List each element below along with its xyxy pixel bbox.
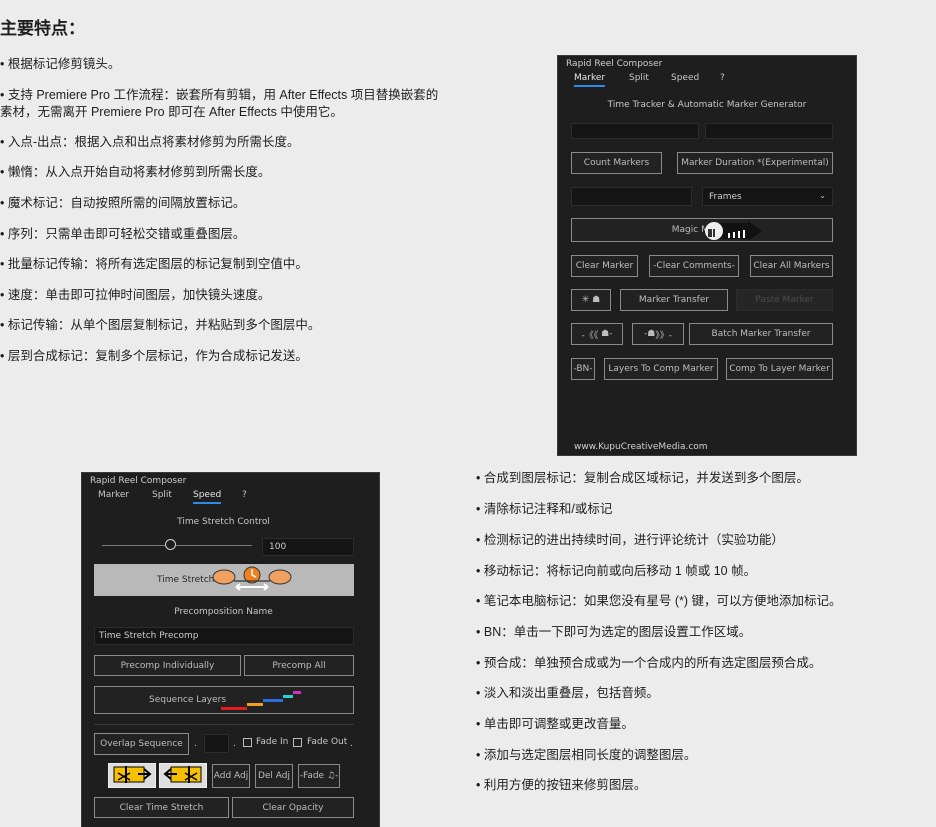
paste-marker-button[interactable]: Paste Marker <box>736 289 833 311</box>
trim-out-icon <box>163 764 203 787</box>
time-stretch-value-field[interactable]: 100 <box>262 538 354 556</box>
frames-select-value: Frames <box>709 191 742 202</box>
add-adjustment-layer-button[interactable]: Add Adj <box>212 764 250 788</box>
speed-panel: Rapid Reel Composer Marker Split Speed ?… <box>81 472 380 827</box>
tab-marker[interactable]: Marker <box>98 490 129 502</box>
time-stretch-control-label: Time Stretch Control <box>177 517 270 527</box>
feature-item: 层到合成标记：复制多个层标记，作为合成标记发送。 <box>0 348 308 365</box>
feature-item: 序列：只需单击即可轻松交错或重叠图层。 <box>0 226 246 243</box>
marker-duration-button[interactable]: Marker Duration *(Experimental) <box>677 152 833 174</box>
feature-item: 支持 Premiere Pro 工作流程：嵌套所有剪辑，用 After Effe… <box>0 87 438 104</box>
trim-out-button[interactable] <box>159 763 207 788</box>
chevron-down-icon: ⌄ <box>819 191 826 200</box>
feature-item: 检测标记的进出持续时间，进行评论统计（实验功能） <box>476 532 784 549</box>
features-heading: 主要特点： <box>0 19 85 38</box>
feature-item: 笔记本电脑标记：如果您没有星号 (*) 键，可以方便地添加标记。 <box>476 593 842 610</box>
tab-split[interactable]: Split <box>152 490 172 502</box>
marker-panel: Rapid Reel Composer Marker Split Speed ?… <box>557 55 857 456</box>
separator-dot: . <box>233 739 236 749</box>
tab-help[interactable]: ? <box>720 73 725 85</box>
trim-in-icon <box>112 764 152 787</box>
feature-item: 速度：单击即可拉伸时间图层，加快镜头速度。 <box>0 287 271 304</box>
feature-item: 根据标记修剪镜头。 <box>0 56 121 73</box>
fade-in-label: Fade In <box>256 737 289 747</box>
count-markers-button[interactable]: Count Markers <box>571 152 662 174</box>
feature-item: 淡入和淡出重叠层，包括音频。 <box>476 685 659 702</box>
feature-item: 添加与选定图层相同长度的调整图层。 <box>476 747 697 764</box>
overlap-frames-input[interactable] <box>204 734 229 753</box>
footer-link[interactable]: www.KupuCreativeMedia.com <box>574 442 708 452</box>
marker-section-heading: Time Tracker & Automatic Marker Generato… <box>607 100 807 110</box>
panel-title: Rapid Reel Composer <box>90 476 187 486</box>
magic-marker-button[interactable]: Magic Marker <box>571 218 833 242</box>
tab-split[interactable]: Split <box>629 73 649 85</box>
trim-in-button[interactable] <box>108 763 156 788</box>
section-divider <box>94 724 354 725</box>
clear-opacity-button[interactable]: Clear Opacity <box>232 797 354 818</box>
clear-marker-button[interactable]: Clear Marker <box>571 255 638 277</box>
feature-item: 魔术标记：自动按照所需的间隔放置标记。 <box>0 195 246 212</box>
feature-item: 合成到图层标记：复制合成区域标记，并发送到多个图层。 <box>476 470 809 487</box>
overlap-sequence-button[interactable]: Overlap Sequence <box>94 733 189 755</box>
precomp-individually-button[interactable]: Precomp Individually <box>94 655 241 676</box>
separator-dot: . <box>194 739 197 749</box>
clear-comments-button[interactable]: -Clear Comments- <box>649 255 739 277</box>
bn-button[interactable]: -BN- <box>571 358 595 380</box>
tab-help[interactable]: ? <box>242 490 247 502</box>
feature-item: 懒惰：从入点开始自动将素材修剪到所需长度。 <box>0 164 271 181</box>
clear-all-markers-button[interactable]: Clear All Markers <box>750 255 833 277</box>
batch-marker-transfer-button[interactable]: Batch Marker Transfer <box>689 323 833 345</box>
shift-back-label: -《《 <box>581 330 599 341</box>
layers-to-comp-marker-button[interactable]: Layers To Comp Marker <box>604 358 718 380</box>
feature-item: 批量标记传输：将所有选定图层的标记复制到空值中。 <box>0 256 308 273</box>
interval-input[interactable] <box>571 187 692 206</box>
shift-marker-back-button[interactable]: -《《 ☗- <box>571 323 623 345</box>
stretch-hands-icon <box>210 565 294 598</box>
marker-icon: -☗ <box>643 329 656 339</box>
hand-pointer-icon <box>704 221 764 241</box>
precomp-all-button[interactable]: Precomp All <box>244 655 354 676</box>
feature-item: BN：单击一下即可为选定的图层设置工作区域。 <box>476 624 751 641</box>
feature-item: 素材，无需离开 Premiere Pro 即可在 After Effects 中… <box>0 105 343 119</box>
marker-transfer-button[interactable]: Marker Transfer <box>620 289 728 311</box>
feature-item: 单击即可调整或更改音量。 <box>476 716 634 733</box>
feature-item: 移动标记：将标记向前或向后移动 1 帧或 10 帧。 <box>476 563 756 580</box>
separator-dot: . <box>350 739 353 749</box>
feature-item: 利用方便的按钮来修剪图层。 <box>476 777 647 794</box>
tab-speed[interactable]: Speed <box>671 73 699 85</box>
sequence-layers-label: Sequence Layers <box>149 695 227 705</box>
fade-out-checkbox[interactable] <box>293 738 302 747</box>
time-stretch-slider[interactable] <box>102 539 252 550</box>
feature-item: 入点-出点：根据入点和出点将素材修剪为所需长度。 <box>0 134 300 151</box>
timecode-field-left[interactable] <box>571 123 699 139</box>
timecode-field-right[interactable] <box>705 123 833 139</box>
time-stretch-label: Time Stretch <box>157 575 215 585</box>
feature-item: 预合成：单独预合成或为一个合成内的所有选定图层预合成。 <box>476 655 822 672</box>
feature-item: 标记传输：从单个图层复制标记，并粘贴到多个图层中。 <box>0 317 321 334</box>
clear-time-stretch-button[interactable]: Clear Time Stretch <box>94 797 229 818</box>
delete-adjustment-layer-button[interactable]: Del Adj <box>255 764 293 788</box>
shift-marker-forward-button[interactable]: -☗ 》》- <box>632 323 684 345</box>
slider-thumb[interactable] <box>164 539 176 550</box>
marker-icon: ☗- <box>598 329 613 339</box>
fade-in-checkbox[interactable] <box>243 738 252 747</box>
tab-marker[interactable]: Marker <box>574 73 606 87</box>
comp-to-layer-marker-button[interactable]: Comp To Layer Marker <box>726 358 833 380</box>
sequence-bars-icon <box>221 689 305 713</box>
fade-out-label: Fade Out <box>307 737 348 747</box>
panel-title: Rapid Reel Composer <box>566 59 663 69</box>
precomp-name-label: Precomposition Name <box>174 607 273 617</box>
feature-item: 清除标记注释和/或标记 <box>476 501 612 518</box>
precomp-name-input[interactable]: Time Stretch Precomp <box>94 627 354 645</box>
tab-speed[interactable]: Speed <box>193 490 222 504</box>
laptop-marker-button[interactable]: ✳ ☗ <box>571 289 611 311</box>
frames-select[interactable]: Frames ⌄ <box>702 187 833 206</box>
sequence-layers-button[interactable]: Sequence Layers <box>94 686 354 714</box>
time-stretch-button[interactable]: Time Stretch <box>94 564 354 596</box>
fade-audio-button[interactable]: -Fade ♫- <box>298 764 340 788</box>
asterisk-marker-icon: ✳ ☗ <box>581 295 601 305</box>
shift-fwd-label: 》》- <box>655 330 673 341</box>
